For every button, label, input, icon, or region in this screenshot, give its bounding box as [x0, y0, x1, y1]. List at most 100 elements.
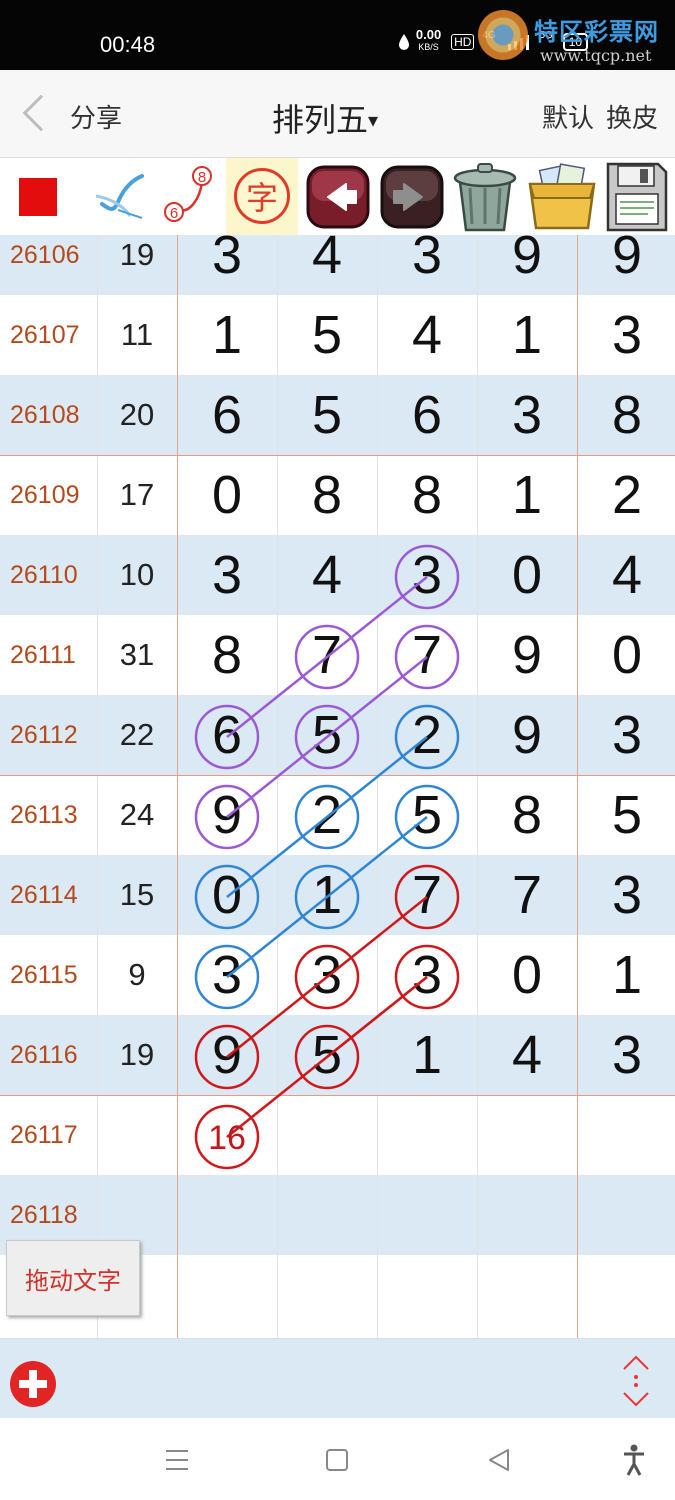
digit-cell[interactable] [377, 1175, 477, 1255]
digit-cell[interactable]: 0 [477, 935, 577, 1015]
digit-cell[interactable]: 5 [377, 775, 477, 855]
connect-line-icon[interactable]: 8 6 [158, 158, 218, 235]
photo-bag-icon[interactable] [524, 158, 600, 235]
digit-cell[interactable]: 8 [177, 615, 277, 695]
sum-value: 17 [119, 477, 155, 512]
digit-cell[interactable]: 2 [577, 455, 675, 535]
back-icon[interactable] [22, 94, 60, 132]
digit-cell[interactable]: 9 [477, 615, 577, 695]
digit-cell[interactable]: 6 [377, 375, 477, 455]
issue-number: 26107 [10, 320, 80, 349]
digit-cell[interactable]: 7 [377, 855, 477, 935]
digit-cell[interactable]: 1 [577, 935, 675, 1015]
skin-button[interactable]: 换皮 [606, 98, 658, 135]
digit-cell[interactable]: 6 [177, 375, 277, 455]
expand-vertical-icon[interactable] [620, 1355, 652, 1407]
digit-cell[interactable]: 7 [477, 855, 577, 935]
table-row: 26112 22 6 5 2 9 3 [0, 695, 675, 775]
digit-cell[interactable]: 3 [177, 935, 277, 1015]
digit-cell[interactable]: 8 [377, 455, 477, 535]
digit-cell[interactable]: 1 [477, 455, 577, 535]
system-navbar [0, 1418, 675, 1500]
digit-cell[interactable] [577, 1175, 675, 1255]
digit-cell[interactable]: 9 [177, 1015, 277, 1095]
digit-cell[interactable]: 3 [177, 535, 277, 615]
grid-column-divider [277, 235, 278, 1338]
floppy-save-icon[interactable] [600, 158, 672, 235]
red-color-swatch-icon[interactable] [19, 178, 57, 216]
digit-cell[interactable] [477, 1175, 577, 1255]
digit-cell[interactable]: 4 [477, 1015, 577, 1095]
digit-cell[interactable]: 1 [277, 855, 377, 935]
digit-cell[interactable] [477, 1255, 577, 1335]
digit-cell[interactable]: 7 [377, 615, 477, 695]
digit-cell[interactable]: 0 [577, 615, 675, 695]
digit-cell[interactable]: 2 [277, 775, 377, 855]
digit-cell[interactable] [277, 1175, 377, 1255]
digit-cell[interactable]: 6 [177, 695, 277, 775]
accessibility-icon[interactable] [622, 1444, 646, 1476]
digit-cell[interactable] [577, 1255, 675, 1335]
issue-number: 26116 [10, 1040, 78, 1069]
digit-cell[interactable] [277, 1095, 377, 1175]
digit-cell[interactable] [177, 1095, 277, 1175]
back-arrow-icon[interactable] [302, 158, 374, 235]
digit-cell[interactable]: 3 [277, 935, 377, 1015]
digit-cell[interactable]: 5 [277, 1015, 377, 1095]
connect-to-label: 8 [198, 169, 206, 186]
digit-cell[interactable] [377, 1255, 477, 1335]
digit-cell[interactable]: 3 [377, 935, 477, 1015]
check-mark-icon[interactable] [88, 158, 148, 235]
digit-cell[interactable]: 8 [277, 455, 377, 535]
digit-cell[interactable]: 3 [577, 295, 675, 375]
digit-cell[interactable]: 1 [377, 1015, 477, 1095]
digit-cell[interactable]: 0 [477, 535, 577, 615]
digit-cell[interactable] [477, 1095, 577, 1175]
digit-cell[interactable]: 3 [577, 855, 675, 935]
digit-cell[interactable]: 3 [577, 695, 675, 775]
digit-cell[interactable]: 2 [377, 695, 477, 775]
digit-cell[interactable]: 4 [577, 535, 675, 615]
digit-cell[interactable]: 5 [277, 695, 377, 775]
digit-cell[interactable] [177, 1255, 277, 1335]
digit-cell[interactable]: 4 [277, 535, 377, 615]
back-triangle-icon[interactable] [486, 1447, 512, 1473]
digit-cell[interactable]: 8 [577, 375, 675, 455]
sum-value: 10 [119, 557, 155, 592]
forward-arrow-icon[interactable] [376, 158, 448, 235]
digit-cell[interactable]: 9 [477, 695, 577, 775]
default-button[interactable]: 默认 [542, 98, 594, 135]
digit-cell[interactable] [277, 1255, 377, 1335]
connect-from-label: 6 [170, 205, 178, 222]
digit-cell[interactable]: 3 [377, 535, 477, 615]
digit-cell[interactable]: 8 [477, 775, 577, 855]
menu-icon[interactable] [164, 1448, 190, 1472]
digit-cell[interactable]: 5 [577, 775, 675, 855]
net-speed: 0.00 KB/S [416, 28, 441, 53]
digit-cell[interactable]: 3 [577, 1015, 675, 1095]
digit-cell[interactable]: 5 [277, 375, 377, 455]
digit-cell[interactable]: 0 [177, 455, 277, 535]
digit-cell[interactable]: 9 [177, 775, 277, 855]
table-row: 26109 17 0 8 8 1 2 [0, 455, 675, 535]
digit-cell[interactable]: 1 [477, 295, 577, 375]
issue-number: 26112 [10, 720, 78, 749]
digit-cell[interactable]: 7 [277, 615, 377, 695]
digit-cell[interactable]: 4 [377, 295, 477, 375]
plus-circle-icon[interactable] [10, 1361, 56, 1407]
page-title[interactable]: 排列五▾ [272, 95, 378, 141]
digit-cell[interactable]: 1 [177, 295, 277, 375]
digit-cell[interactable]: 3 [477, 375, 577, 455]
group-divider [0, 455, 675, 456]
trash-icon[interactable] [448, 158, 522, 235]
watermark-url: www.tqcp.net [540, 46, 652, 65]
char-tool-button[interactable]: 字 [226, 158, 298, 235]
digit-cell[interactable]: 5 [277, 295, 377, 375]
drag-text-button[interactable]: 拖动文字 [6, 1240, 140, 1316]
digit-cell[interactable] [377, 1095, 477, 1175]
digit-cell[interactable] [177, 1175, 277, 1255]
digit-cell[interactable] [577, 1095, 675, 1175]
digit-cell[interactable]: 0 [177, 855, 277, 935]
share-button[interactable]: 分享 [70, 98, 122, 135]
home-icon[interactable] [325, 1448, 349, 1472]
